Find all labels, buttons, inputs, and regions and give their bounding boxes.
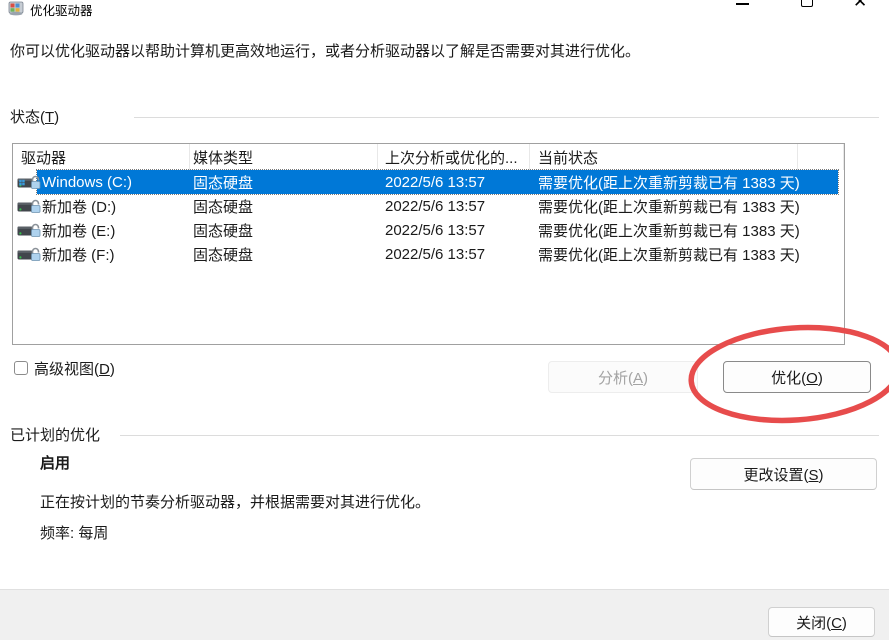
last-optimized: 2022/5/6 13:57 [378, 198, 530, 215]
media-type: 固态硬盘 [190, 244, 378, 265]
drive-icon [17, 198, 41, 215]
schedule-description: 正在按计划的节奏分析驱动器，并根据需要对其进行优化。 [40, 491, 430, 512]
header-media-type[interactable]: 媒体类型 [190, 144, 378, 170]
schedule-group-divider [120, 435, 879, 436]
last-optimized: 2022/5/6 13:57 [378, 174, 530, 191]
schedule-state: 启用 [40, 452, 70, 473]
last-optimized: 2022/5/6 13:57 [378, 222, 530, 239]
current-status: 需要优化(距上次重新剪裁已有 1383 天) [530, 196, 798, 217]
status-group-divider [134, 117, 879, 118]
media-type: 固态硬盘 [190, 196, 378, 217]
drive-name: 新加卷 (D:) [42, 196, 116, 217]
current-status: 需要优化(距上次重新剪裁已有 1383 天) [530, 172, 798, 193]
header-spacer [798, 144, 844, 170]
defrag-app-icon [8, 0, 24, 16]
table-header-row: 驱动器 媒体类型 上次分析或优化的... 当前状态 [13, 144, 844, 170]
change-settings-button[interactable]: 更改设置(S) [690, 458, 877, 490]
status-group-label: 状态(T) [10, 106, 59, 127]
table-row-drive-c[interactable]: Windows (C:) 固态硬盘 2022/5/6 13:57 需要优化(距上… [13, 170, 844, 194]
drive-icon [17, 246, 41, 263]
schedule-frequency: 频率: 每周 [40, 522, 108, 543]
maximize-icon[interactable] [801, 0, 813, 7]
window-title: 优化驱动器 [30, 0, 93, 19]
header-current-status[interactable]: 当前状态 [530, 144, 798, 170]
drives-table: 驱动器 媒体类型 上次分析或优化的... 当前状态 [12, 143, 845, 345]
drive-icon [17, 222, 41, 239]
dialog-footer [0, 589, 889, 640]
advanced-view-label[interactable]: 高级视图(D) [34, 358, 115, 379]
close-icon[interactable]: ✕ [853, 0, 867, 10]
intro-text: 你可以优化驱动器以帮助计算机更高效地运行，或者分析驱动器以了解是否需要对其进行优… [10, 40, 640, 61]
optimize-drives-window: 优化驱动器 ✕ 你可以优化驱动器以帮助计算机更高效地运行，或者分析驱动器以了解是… [0, 0, 889, 640]
table-row-drive-e[interactable]: 新加卷 (E:) 固态硬盘 2022/5/6 13:57 需要优化(距上次重新剪… [13, 218, 844, 242]
table-row-drive-f[interactable]: 新加卷 (F:) 固态硬盘 2022/5/6 13:57 需要优化(距上次重新剪… [13, 242, 844, 266]
analyze-button: 分析(A) [548, 361, 698, 393]
drive-name: Windows (C:) [42, 174, 132, 191]
media-type: 固态硬盘 [190, 172, 378, 193]
current-status: 需要优化(距上次重新剪裁已有 1383 天) [530, 244, 798, 265]
header-drive[interactable]: 驱动器 [13, 144, 190, 170]
last-optimized: 2022/5/6 13:57 [378, 246, 530, 263]
header-last-analyzed[interactable]: 上次分析或优化的... [378, 144, 530, 170]
drive-name: 新加卷 (F:) [42, 244, 115, 265]
table-row-drive-d[interactable]: 新加卷 (D:) 固态硬盘 2022/5/6 13:57 需要优化(距上次重新剪… [13, 194, 844, 218]
schedule-group-label: 已计划的优化 [10, 424, 100, 445]
media-type: 固态硬盘 [190, 220, 378, 241]
optimize-button[interactable]: 优化(O) [723, 361, 871, 393]
drive-name: 新加卷 (E:) [42, 220, 115, 241]
close-button[interactable]: 关闭(C) [768, 607, 875, 637]
advanced-view-checkbox[interactable] [14, 361, 28, 375]
current-status: 需要优化(距上次重新剪裁已有 1383 天) [530, 220, 798, 241]
minimize-icon[interactable] [736, 3, 749, 5]
windows-drive-icon [17, 174, 41, 191]
